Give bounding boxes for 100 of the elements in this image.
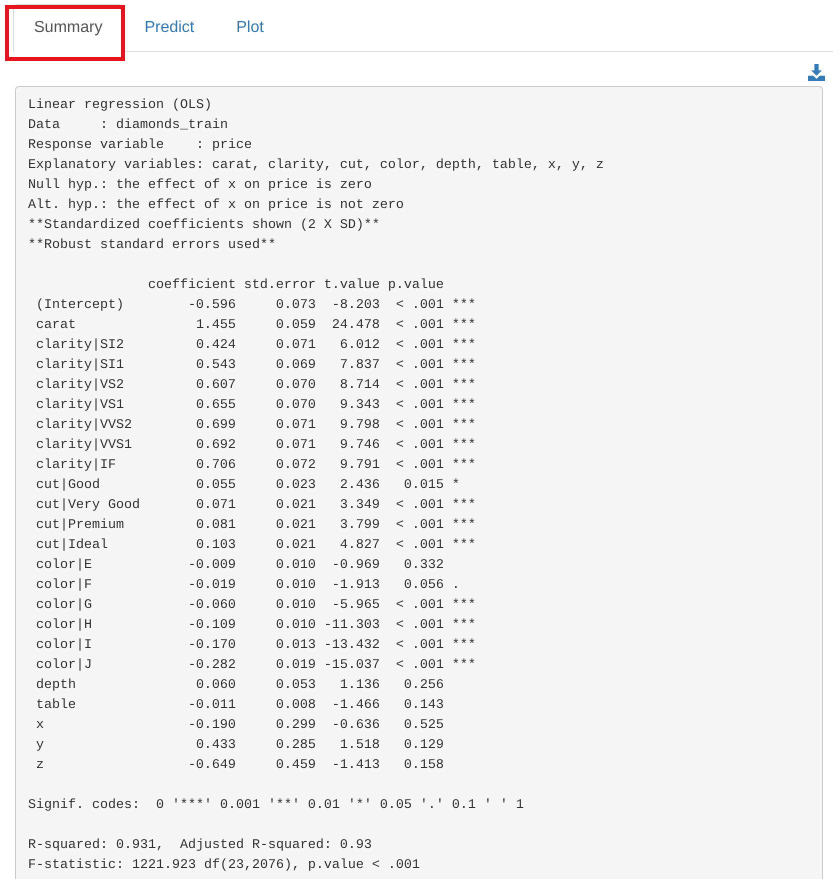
table-cell: color|G: [36, 598, 92, 613]
table-cell: cut|Very Good: [36, 498, 140, 513]
table-cell: ***: [452, 538, 476, 553]
table-cell: 0.069: [276, 358, 316, 373]
table-cell: 0.129: [404, 738, 444, 753]
table-cell: 4.827: [340, 538, 380, 553]
output-line: Explanatory variables: carat, clarity, cut, color, depth, table, x, y, z: [28, 157, 605, 175]
table-cell: 0.060: [196, 678, 236, 693]
table-cell: 0.053: [276, 678, 316, 693]
table-cell: 0.071: [276, 338, 316, 353]
table-cell: 0.010: [276, 598, 316, 613]
table-cell: z: [36, 758, 44, 773]
table-cell: .: [452, 578, 460, 593]
table-cell: -11.303: [324, 618, 380, 633]
column-header: coefficient: [148, 278, 236, 293]
table-cell: 0.433: [196, 738, 236, 753]
table-cell: < .001: [396, 398, 444, 413]
column-header: std.error: [244, 278, 316, 293]
table-cell: 0.019: [276, 658, 316, 673]
table-cell: < .001: [396, 338, 444, 353]
table-cell: < .001: [396, 498, 444, 513]
column-header: t.value: [324, 278, 380, 293]
table-cell: 0.692: [196, 438, 236, 453]
table-cell: 9.791: [340, 458, 380, 473]
table-cell: 0.299: [276, 718, 316, 733]
table-cell: 0.699: [196, 418, 236, 433]
table-cell: 0.424: [196, 338, 236, 353]
table-cell: 3.349: [340, 498, 380, 513]
table-cell: *: [452, 478, 460, 493]
table-cell: 0.143: [404, 698, 444, 713]
table-cell: 0.010: [276, 558, 316, 573]
table-cell: 6.012: [340, 338, 380, 353]
table-cell: 0.543: [196, 358, 236, 373]
table-cell: 0.073: [276, 298, 316, 313]
output-line: **Standardized coefficients shown (2 X SD)**: [28, 217, 381, 235]
table-cell: -0.060: [188, 598, 236, 613]
table-cell: 0.081: [196, 518, 236, 533]
table-cell: ***: [452, 618, 476, 633]
table-cell: 0.071: [276, 438, 316, 453]
table-cell: 0.332: [404, 558, 444, 573]
table-cell: ***: [452, 318, 476, 333]
table-cell: 0.072: [276, 458, 316, 473]
table-cell: 0.021: [276, 538, 316, 553]
table-cell: 1.455: [196, 318, 236, 333]
table-cell: 24.478: [332, 318, 380, 333]
tab[interactable]: Summary: [13, 4, 124, 52]
table-cell: color|I: [36, 638, 92, 653]
table-cell: 0.655: [196, 398, 236, 413]
table-cell: clarity|SI2: [36, 338, 124, 353]
table-cell: carat: [36, 318, 76, 333]
table-cell: depth: [36, 678, 76, 693]
table-cell: < .001: [396, 458, 444, 473]
tab[interactable]: Predict: [123, 4, 216, 52]
table-cell: 0.706: [196, 458, 236, 473]
table-cell: 1.518: [340, 738, 380, 753]
table-cell: -0.969: [332, 558, 380, 573]
table-cell: < .001: [396, 538, 444, 553]
table-cell: 0.459: [276, 758, 316, 773]
output-line: Alt. hyp.: the effect of x on price is not zero: [28, 197, 405, 215]
table-cell: -0.649: [188, 758, 236, 773]
table-cell: color|F: [36, 578, 92, 593]
table-cell: table: [36, 698, 76, 713]
table-cell: -0.636: [332, 718, 380, 733]
table-cell: -8.203: [332, 298, 380, 313]
table-cell: -0.011: [188, 698, 236, 713]
table-cell: 0.056: [404, 578, 444, 593]
table-cell: -13.432: [324, 638, 380, 653]
table-cell: < .001: [396, 418, 444, 433]
table-cell: 0.059: [276, 318, 316, 333]
table-cell: < .001: [396, 438, 444, 453]
table-cell: 0.023: [276, 478, 316, 493]
signif-codes: Signif. codes: 0 '***' 0.001 '**' 0.01 '*' 0.05 '.' 0.1 ' ' 1: [28, 797, 525, 815]
table-cell: < .001: [396, 358, 444, 373]
table-cell: ***: [452, 358, 476, 373]
table-cell: -0.170: [188, 638, 236, 653]
table-cell: -5.965: [332, 598, 380, 613]
table-cell: 0.008: [276, 698, 316, 713]
download-icon[interactable]: [808, 64, 825, 81]
table-cell: -1.413: [332, 758, 380, 773]
table-cell: clarity|VS1: [36, 398, 124, 413]
table-cell: -1.913: [332, 578, 380, 593]
table-cell: cut|Ideal: [36, 538, 108, 553]
table-cell: -15.037: [324, 658, 380, 673]
table-cell: 0.015: [404, 478, 444, 493]
column-header: p.value: [388, 278, 444, 293]
table-cell: clarity|IF: [36, 458, 116, 473]
table-cell: < .001: [396, 318, 444, 333]
table-cell: 9.798: [340, 418, 380, 433]
table-cell: ***: [452, 438, 476, 453]
table-cell: color|J: [36, 658, 92, 673]
table-cell: 1.136: [340, 678, 380, 693]
table-cell: < .001: [396, 638, 444, 653]
table-cell: cut|Premium: [36, 518, 124, 533]
table-cell: 0.285: [276, 738, 316, 753]
output-line: R-squared: 0.931, Adjusted R-squared: 0.93: [28, 837, 373, 855]
tab[interactable]: Plot: [215, 4, 285, 52]
table-cell: 0.525: [404, 718, 444, 733]
table-cell: clarity|SI1: [36, 358, 124, 373]
table-cell: ***: [452, 398, 476, 413]
table-cell: -0.190: [188, 718, 236, 733]
